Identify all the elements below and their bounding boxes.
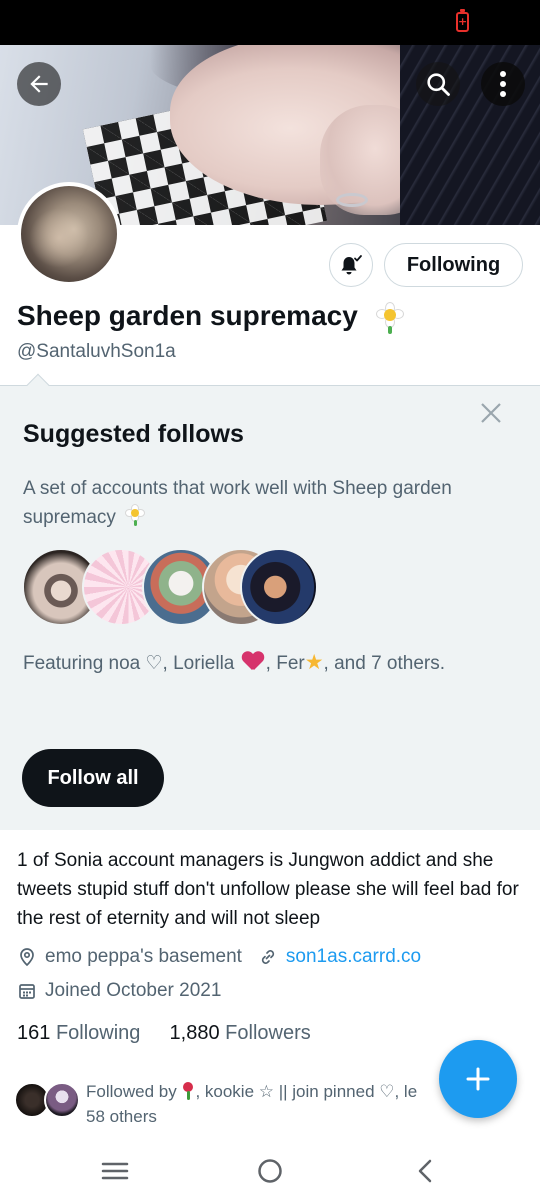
back-button[interactable]: [17, 62, 61, 106]
follow-counts: 161 Following 1,880 Followers: [17, 1022, 311, 1045]
search-button[interactable]: [416, 62, 460, 106]
star-emoji-icon: ★: [304, 650, 324, 674]
flower-emoji-icon: [375, 301, 404, 334]
close-icon: [481, 403, 501, 423]
featuring-middle: , Fer: [265, 653, 305, 674]
location-text: emo peppa's basement: [45, 946, 242, 967]
featuring-suffix: , and 7 others.: [323, 653, 446, 674]
joined-text: Joined October 2021: [45, 980, 222, 1001]
bell-icon: [341, 255, 362, 275]
followers-count-link[interactable]: 1,880 Followers: [170, 1022, 311, 1044]
profile-bio: 1 of Sonia account managers is Jungwon a…: [17, 850, 519, 929]
following-label: Following: [55, 1022, 141, 1044]
avatar: [44, 1082, 80, 1118]
following-count-link[interactable]: 161 Following: [17, 1022, 140, 1044]
home-circle-icon: [258, 1159, 282, 1183]
followed-by-prefix: Followed by: [86, 1082, 177, 1101]
calendar-icon: [17, 981, 37, 1001]
location-row: emo peppa's basement son1as.carrd.co: [17, 946, 421, 968]
handle: @SantaluvhSon1a: [17, 341, 176, 362]
plus-icon: [466, 1067, 490, 1091]
recent-apps-icon: [101, 1162, 129, 1180]
display-name-text: Sheep garden supremacy: [17, 300, 358, 331]
location-pin-icon: [17, 947, 37, 967]
more-vertical-icon: [500, 71, 506, 97]
suggested-description-text: A set of accounts that work well with Sh…: [23, 478, 452, 528]
followed-by-text[interactable]: Followed by , kookie ☆ || join pinned ♡,…: [86, 1079, 466, 1129]
following-count: 161: [17, 1022, 51, 1044]
featuring-text: Featuring noa ♡, Loriella , Fer★, and 7 …: [23, 650, 445, 675]
home-button[interactable]: [253, 1154, 287, 1188]
followed-by-avatars[interactable]: [14, 1082, 84, 1118]
recent-apps-button[interactable]: [98, 1154, 132, 1188]
compose-button[interactable]: [439, 1040, 517, 1118]
battery-charging-icon: +: [456, 9, 469, 32]
following-button[interactable]: Following: [384, 243, 523, 287]
system-nav-bar: [0, 1140, 540, 1200]
status-bar: +: [0, 0, 540, 45]
search-icon: [427, 73, 450, 96]
display-name: Sheep garden supremacy: [17, 300, 404, 334]
close-suggestions-button[interactable]: [478, 400, 504, 426]
suggested-title: Suggested follows: [23, 420, 244, 448]
rose-emoji-icon: [181, 1082, 195, 1100]
followed-by-others: 58 others: [86, 1107, 157, 1126]
featuring-prefix: Featuring noa ♡, Loriella: [23, 653, 235, 674]
heart-emoji-icon: [242, 652, 264, 672]
more-options-button[interactable]: [481, 62, 525, 106]
joined-row: Joined October 2021: [17, 980, 221, 1002]
followers-label: Followers: [225, 1022, 311, 1044]
link-icon: [258, 947, 278, 967]
system-back-button[interactable]: [408, 1154, 442, 1188]
followers-count: 1,880: [169, 1022, 220, 1044]
chevron-left-icon: [418, 1159, 432, 1183]
suggested-description: A set of accounts that work well with Sh…: [23, 474, 518, 532]
website-link[interactable]: son1as.carrd.co: [286, 946, 421, 968]
banner-ring: [336, 193, 368, 207]
profile-avatar[interactable]: [17, 182, 121, 286]
notifications-button[interactable]: [329, 243, 373, 287]
follow-all-button[interactable]: Follow all: [22, 749, 164, 807]
suggested-avatar[interactable]: [240, 548, 318, 626]
followed-by-names: , kookie ☆ || join pinned ♡, le: [195, 1082, 418, 1101]
arrow-left-icon: [30, 75, 48, 93]
flower-emoji-icon: [125, 504, 146, 526]
suggested-avatars[interactable]: [22, 548, 322, 628]
